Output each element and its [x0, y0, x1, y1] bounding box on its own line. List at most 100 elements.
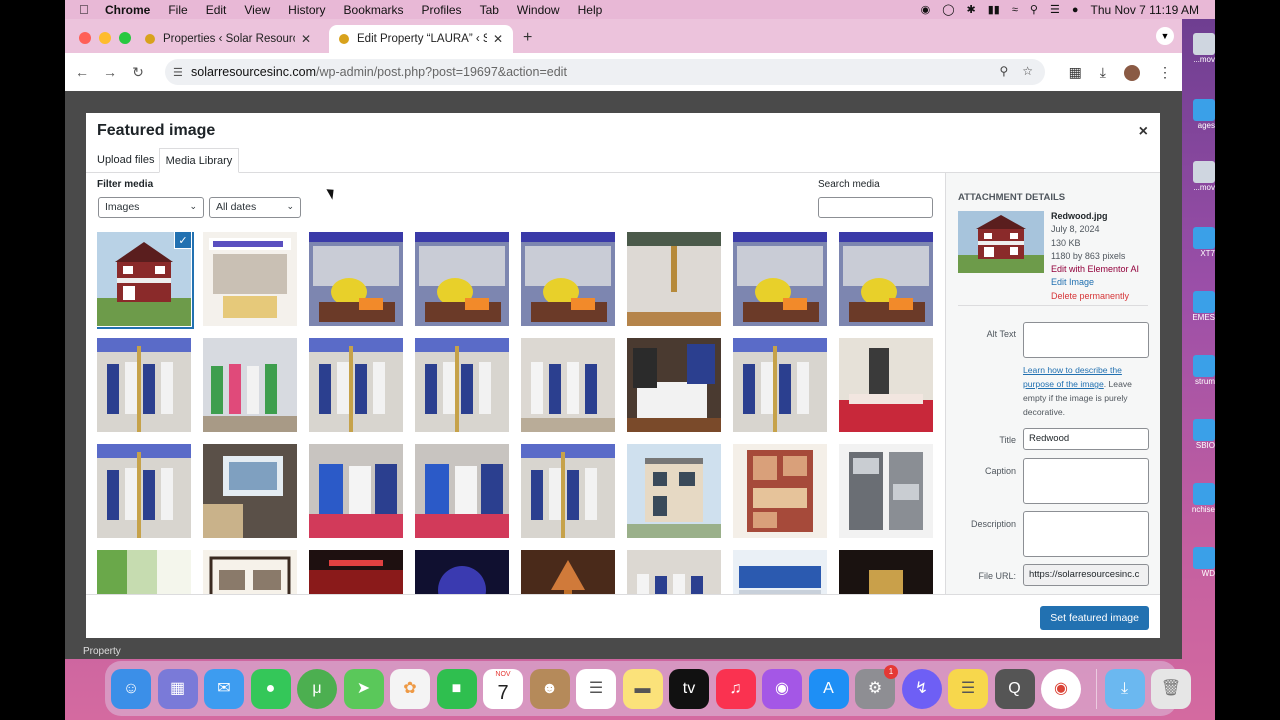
- tab-search-chevron-icon[interactable]: ▼: [1156, 27, 1174, 45]
- media-thumbnail[interactable]: [839, 338, 933, 432]
- app-store-icon[interactable]: A: [808, 668, 849, 709]
- control-center-icon[interactable]: ☰: [1050, 3, 1060, 16]
- battery-icon[interactable]: ▮▮: [988, 3, 1000, 16]
- reload-icon[interactable]: ↻: [124, 64, 152, 81]
- close-icon[interactable]: ×: [1139, 123, 1148, 141]
- media-thumbnail[interactable]: [203, 232, 297, 326]
- chrome-icon[interactable]: ◉: [1041, 668, 1081, 709]
- search-media-input[interactable]: [818, 197, 933, 218]
- reminders-icon[interactable]: ☰: [576, 668, 616, 709]
- new-tab-plus-icon[interactable]: +: [523, 29, 532, 47]
- spotlight-icon[interactable]: ⚲: [1030, 3, 1038, 16]
- browser-tab-properties[interactable]: Properties ‹ Solar Resources ✕: [135, 25, 321, 53]
- desktop-item[interactable]: WD: [1182, 547, 1215, 578]
- contacts-icon[interactable]: ☻: [529, 668, 570, 709]
- maps-icon[interactable]: ➤: [343, 668, 384, 709]
- media-thumbnail[interactable]: [97, 550, 191, 594]
- media-thumbnail[interactable]: [733, 338, 827, 432]
- media-thumbnail[interactable]: [839, 550, 933, 594]
- calendar-icon[interactable]: NOV 7: [483, 668, 523, 709]
- delete-permanently-link[interactable]: Delete permanently: [1051, 290, 1139, 303]
- siri-icon[interactable]: ●: [1072, 4, 1079, 16]
- notes-icon[interactable]: ▬: [622, 668, 663, 709]
- media-thumbnail[interactable]: [521, 338, 615, 432]
- tab-upload-files[interactable]: Upload files: [97, 148, 154, 173]
- menu-edit[interactable]: Edit: [206, 3, 227, 17]
- close-window-button[interactable]: [79, 32, 91, 44]
- menu-tab[interactable]: Tab: [480, 3, 499, 17]
- address-bar[interactable]: ☰ solarresourcesinc.com/wp-admin/post.ph…: [165, 59, 1045, 85]
- menu-app[interactable]: Chrome: [105, 3, 150, 17]
- tab-close-icon[interactable]: ✕: [493, 32, 503, 46]
- system-settings-icon[interactable]: ⚙ 1: [855, 664, 898, 709]
- menu-window[interactable]: Window: [517, 3, 560, 17]
- desktop-item[interactable]: ages: [1182, 99, 1215, 130]
- record-icon[interactable]: ◉: [921, 3, 931, 16]
- menu-history[interactable]: History: [288, 3, 325, 17]
- kebab-menu-icon[interactable]: ⋮: [1158, 64, 1172, 81]
- media-thumbnail[interactable]: [203, 444, 297, 538]
- media-thumbnail[interactable]: [309, 338, 403, 432]
- forward-arrow-icon[interactable]: →: [96, 64, 124, 80]
- photos-icon[interactable]: ✿: [390, 668, 430, 709]
- wifi-icon[interactable]: ≈: [1012, 4, 1018, 16]
- zoom-magnifier-icon[interactable]: ⚲: [999, 64, 1008, 78]
- media-thumbnail[interactable]: [415, 232, 509, 326]
- bookmark-star-icon[interactable]: ☆: [1022, 64, 1033, 78]
- back-arrow-icon[interactable]: ←: [68, 64, 96, 80]
- title-field[interactable]: Redwood: [1023, 428, 1149, 450]
- browser-tab-edit-property[interactable]: Edit Property “LAURA” ‹ Solar ✕: [329, 25, 513, 53]
- media-thumbnail[interactable]: [415, 444, 509, 538]
- utorrent-icon[interactable]: μ: [297, 668, 337, 709]
- selected-check-icon[interactable]: ✓: [174, 232, 191, 249]
- edit-with-elementor-link[interactable]: Edit with Elementor AI: [1051, 263, 1139, 276]
- desktop-item[interactable]: strum: [1182, 355, 1215, 386]
- media-thumbnail[interactable]: [309, 444, 403, 538]
- file-url-field[interactable]: https://solarresourcesinc.c: [1023, 564, 1149, 586]
- menu-view[interactable]: View: [244, 3, 270, 17]
- desktop-item[interactable]: SBIO: [1182, 419, 1215, 450]
- site-info-icon[interactable]: ☰: [173, 66, 183, 79]
- menu-bookmarks[interactable]: Bookmarks: [344, 3, 404, 17]
- desktop-item[interactable]: XT7: [1182, 227, 1215, 258]
- set-featured-image-button[interactable]: Set featured image: [1040, 606, 1149, 630]
- media-thumbnail[interactable]: [521, 550, 615, 594]
- desktop-item[interactable]: ...mov: [1182, 33, 1215, 64]
- media-thumbnail[interactable]: [203, 550, 297, 594]
- media-thumbnail[interactable]: [627, 444, 721, 538]
- messages-icon[interactable]: ●: [250, 668, 291, 709]
- finder-icon[interactable]: ☺: [111, 668, 151, 709]
- tv-icon[interactable]: tv: [669, 668, 709, 709]
- creative-cloud-icon[interactable]: ◯: [942, 3, 954, 16]
- bluetooth-icon[interactable]: ✱: [967, 3, 976, 16]
- podcasts-icon[interactable]: ◉: [762, 668, 802, 709]
- apple-icon[interactable]: : [79, 2, 93, 17]
- edit-image-link[interactable]: Edit Image: [1051, 276, 1139, 289]
- messenger-icon[interactable]: ↯: [901, 668, 942, 709]
- profile-avatar[interactable]: [1124, 64, 1140, 81]
- quicktime-icon[interactable]: Q: [994, 668, 1035, 709]
- description-field[interactable]: [1023, 511, 1149, 557]
- desktop-item[interactable]: nchise: [1182, 483, 1215, 514]
- alt-text-field[interactable]: [1023, 322, 1149, 358]
- media-thumbnail[interactable]: [97, 338, 191, 432]
- media-thumbnail[interactable]: [733, 232, 827, 326]
- tab-media-library[interactable]: Media Library: [159, 148, 239, 173]
- music-icon[interactable]: ♫: [715, 668, 756, 709]
- media-thumbnail[interactable]: [203, 338, 297, 432]
- media-thumbnail[interactable]: [839, 444, 933, 538]
- launchpad-icon[interactable]: ▦: [157, 668, 198, 709]
- media-thumbnail[interactable]: [415, 338, 509, 432]
- desktop-item[interactable]: ...mov: [1182, 161, 1215, 192]
- media-thumbnail[interactable]: [839, 232, 933, 326]
- media-thumbnail[interactable]: [521, 232, 615, 326]
- media-thumbnail[interactable]: [97, 444, 191, 538]
- media-thumbnail[interactable]: [415, 550, 509, 594]
- media-thumbnail[interactable]: [733, 444, 827, 538]
- media-thumbnail[interactable]: [309, 232, 403, 326]
- caption-field[interactable]: [1023, 458, 1149, 504]
- tab-close-icon[interactable]: ✕: [301, 32, 311, 46]
- menu-file[interactable]: File: [168, 3, 187, 17]
- date-filter-select[interactable]: All dates ⌄: [209, 197, 301, 218]
- download-icon[interactable]: ⤓: [1100, 64, 1106, 81]
